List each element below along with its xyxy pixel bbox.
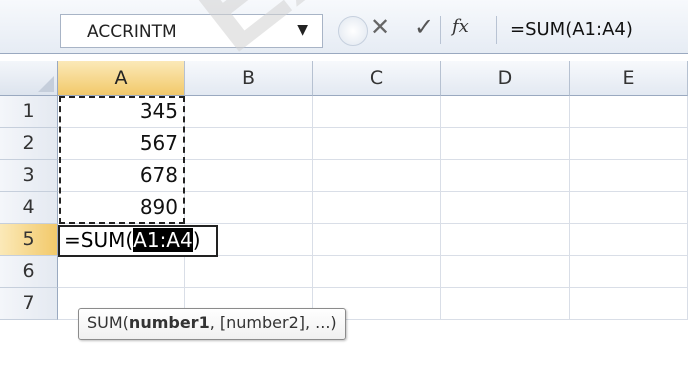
cell-c5[interactable] xyxy=(313,224,441,256)
cell-a4[interactable]: 890 xyxy=(58,192,185,224)
column-header-d[interactable]: D xyxy=(441,61,570,96)
cell-a1[interactable]: 345 xyxy=(58,96,185,128)
cell-e4[interactable] xyxy=(570,192,688,224)
edit-prefix: =SUM( xyxy=(64,228,134,252)
cell-b3[interactable] xyxy=(185,160,313,192)
cell-a6[interactable] xyxy=(58,256,185,288)
name-box[interactable]: ACCRINTM ▼ xyxy=(60,14,323,48)
cell-b2[interactable] xyxy=(185,128,313,160)
cell-c6[interactable] xyxy=(313,256,441,288)
cell-e7[interactable] xyxy=(570,288,688,320)
row-header-6[interactable]: 6 xyxy=(0,256,58,288)
row-header-1[interactable]: 1 xyxy=(0,96,58,128)
row-header-3[interactable]: 3 xyxy=(0,160,58,192)
function-tooltip[interactable]: SUM(number1, [number2], ...) xyxy=(78,308,346,340)
cell-d5[interactable] xyxy=(441,224,570,256)
cell-e5[interactable] xyxy=(570,224,688,256)
cell-c3[interactable] xyxy=(313,160,441,192)
cell-d1[interactable] xyxy=(441,96,570,128)
edit-highlighted-ref: A1:A4 xyxy=(133,228,193,252)
column-header-a[interactable]: A xyxy=(58,61,185,96)
cell-e2[interactable] xyxy=(570,128,688,160)
cell-a2[interactable]: 567 xyxy=(58,128,185,160)
expand-circle-icon[interactable] xyxy=(338,16,368,46)
enter-check-icon[interactable]: ✓ xyxy=(414,12,434,42)
cell-d4[interactable] xyxy=(441,192,570,224)
row-header-4[interactable]: 4 xyxy=(0,192,58,224)
cell-d3[interactable] xyxy=(441,160,570,192)
row-header-5[interactable]: 5 xyxy=(0,224,58,256)
formula-input[interactable]: =SUM(A1:A4) xyxy=(510,19,633,40)
cell-a3[interactable]: 678 xyxy=(58,160,185,192)
cell-b6[interactable] xyxy=(185,256,313,288)
column-header-c[interactable]: C xyxy=(313,61,441,96)
cell-e6[interactable] xyxy=(570,256,688,288)
tooltip-rest-args: , [number2], ...) xyxy=(209,313,337,332)
formula-divider xyxy=(496,16,497,44)
chevron-down-icon[interactable]: ▼ xyxy=(297,22,308,38)
cell-d7[interactable] xyxy=(441,288,570,320)
cell-c2[interactable] xyxy=(313,128,441,160)
formula-divider xyxy=(440,16,441,44)
cell-b1[interactable] xyxy=(185,96,313,128)
row-header-2[interactable]: 2 xyxy=(0,128,58,160)
column-header-e[interactable]: E xyxy=(570,61,688,96)
cell-a5-editor[interactable]: =SUM(A1:A4) xyxy=(58,225,218,257)
insert-function-icon[interactable]: fx xyxy=(452,12,469,42)
row-header-7[interactable]: 7 xyxy=(0,288,58,320)
cell-c1[interactable] xyxy=(313,96,441,128)
cell-d2[interactable] xyxy=(441,128,570,160)
tooltip-current-arg[interactable]: number1 xyxy=(129,313,210,332)
cell-d6[interactable] xyxy=(441,256,570,288)
column-header-b[interactable]: B xyxy=(185,61,313,96)
cell-e3[interactable] xyxy=(570,160,688,192)
select-all-corner[interactable] xyxy=(0,61,58,96)
cancel-icon[interactable]: ✕ xyxy=(370,12,390,42)
cell-e1[interactable] xyxy=(570,96,688,128)
tooltip-function-name[interactable]: SUM( xyxy=(87,313,129,332)
cell-c4[interactable] xyxy=(313,192,441,224)
cell-b4[interactable] xyxy=(185,192,313,224)
edit-suffix: ) xyxy=(192,228,201,252)
select-all-icon xyxy=(38,76,54,92)
formula-bar-area: ACCRINTM ▼ ✕ ✓ fx =SUM(A1:A4) EXL xyxy=(0,0,688,77)
name-box-value: ACCRINTM xyxy=(87,22,177,42)
